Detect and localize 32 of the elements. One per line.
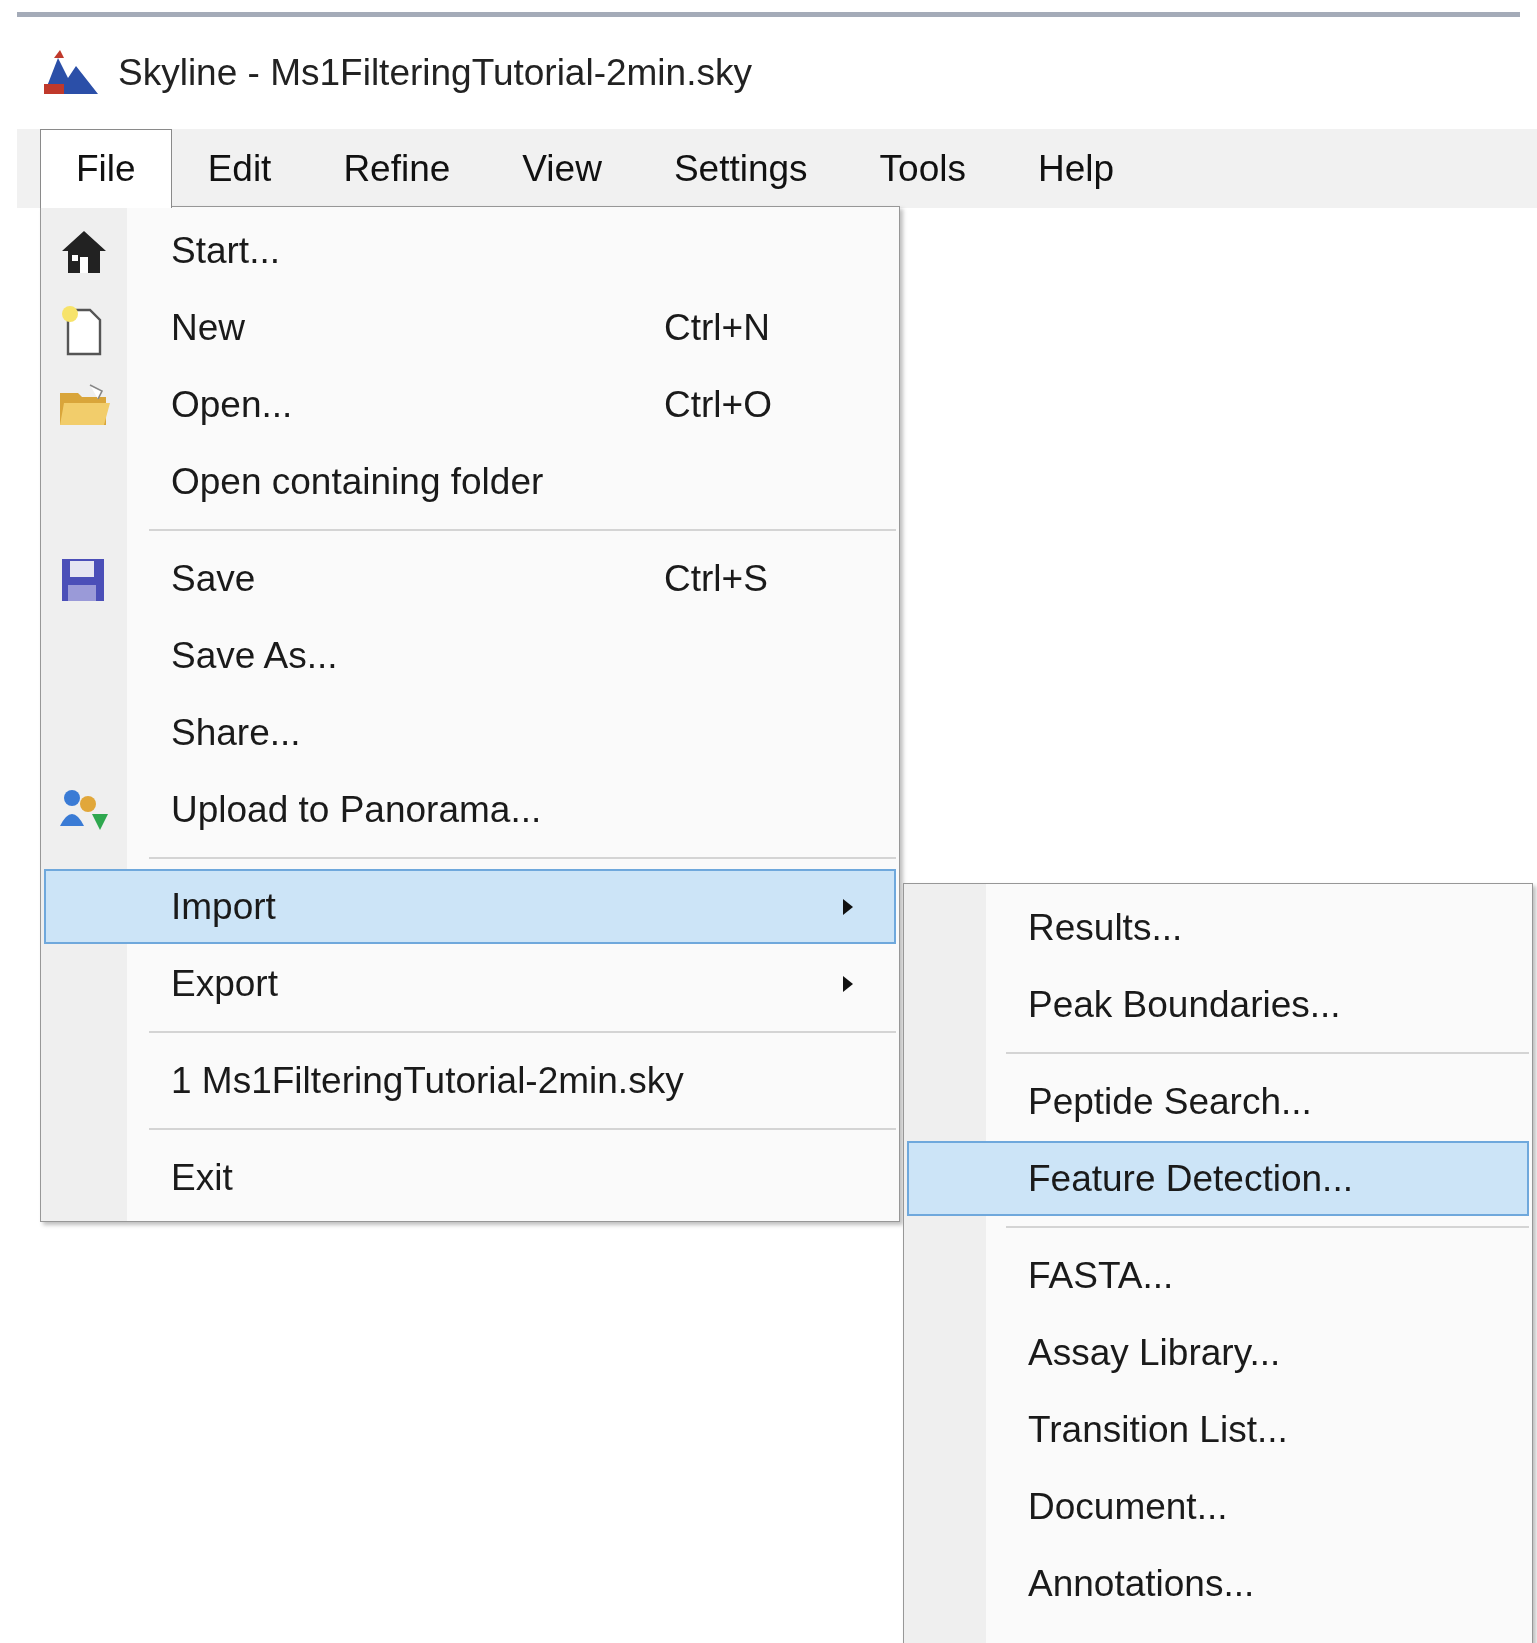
menu-bar-item[interactable]: Help [1001, 129, 1151, 208]
menu-item[interactable]: Open... Ctrl+O [44, 367, 896, 442]
submenu-arrow-icon [842, 974, 854, 993]
menu-item[interactable]: Peak Boundaries... [907, 967, 1529, 1042]
menu-item[interactable]: Share... [44, 695, 896, 770]
menu-item[interactable]: Upload to Panorama... [44, 772, 896, 847]
menu-item[interactable]: Annotations... [907, 1546, 1529, 1621]
menu-item[interactable]: Exit [44, 1140, 896, 1215]
menu-item[interactable]: Open containing folder [44, 444, 896, 519]
menu-bar-item[interactable]: Tools [843, 129, 1002, 208]
menu-item[interactable]: FASTA... [907, 1238, 1529, 1313]
menu-item[interactable]: Start... [44, 213, 896, 288]
menu-item[interactable]: 1 Ms1FilteringTutorial-2min.sky [44, 1043, 896, 1118]
menu-bar-item[interactable]: File [40, 129, 172, 208]
menu-bar-item[interactable]: Edit [171, 129, 308, 208]
menu-item[interactable]: Assay Library... [907, 1315, 1529, 1390]
menu-item[interactable]: Export [44, 946, 896, 1021]
menu-item[interactable]: Save Ctrl+S [44, 541, 896, 616]
menu-bar-item[interactable]: Refine [307, 129, 487, 208]
menu-item[interactable]: Feature Detection... [907, 1141, 1529, 1216]
menu-item[interactable]: Import [44, 869, 896, 944]
menu-item[interactable]: Results... [907, 890, 1529, 965]
menu-item[interactable]: New Ctrl+N [44, 290, 896, 365]
submenu-arrow-icon [842, 897, 854, 916]
window-title: Skyline - Ms1FilteringTutorial-2min.sky [118, 52, 752, 94]
menu-item[interactable]: Transition List... [907, 1392, 1529, 1467]
menu-item[interactable]: Save As... [44, 618, 896, 693]
menu-item[interactable]: Document... [907, 1469, 1529, 1544]
app-logo-icon [42, 50, 100, 96]
menu-item[interactable]: Peptide Search... [907, 1064, 1529, 1139]
menu-bar-item[interactable]: View [486, 129, 638, 208]
menu-bar-item[interactable]: Settings [637, 129, 844, 208]
